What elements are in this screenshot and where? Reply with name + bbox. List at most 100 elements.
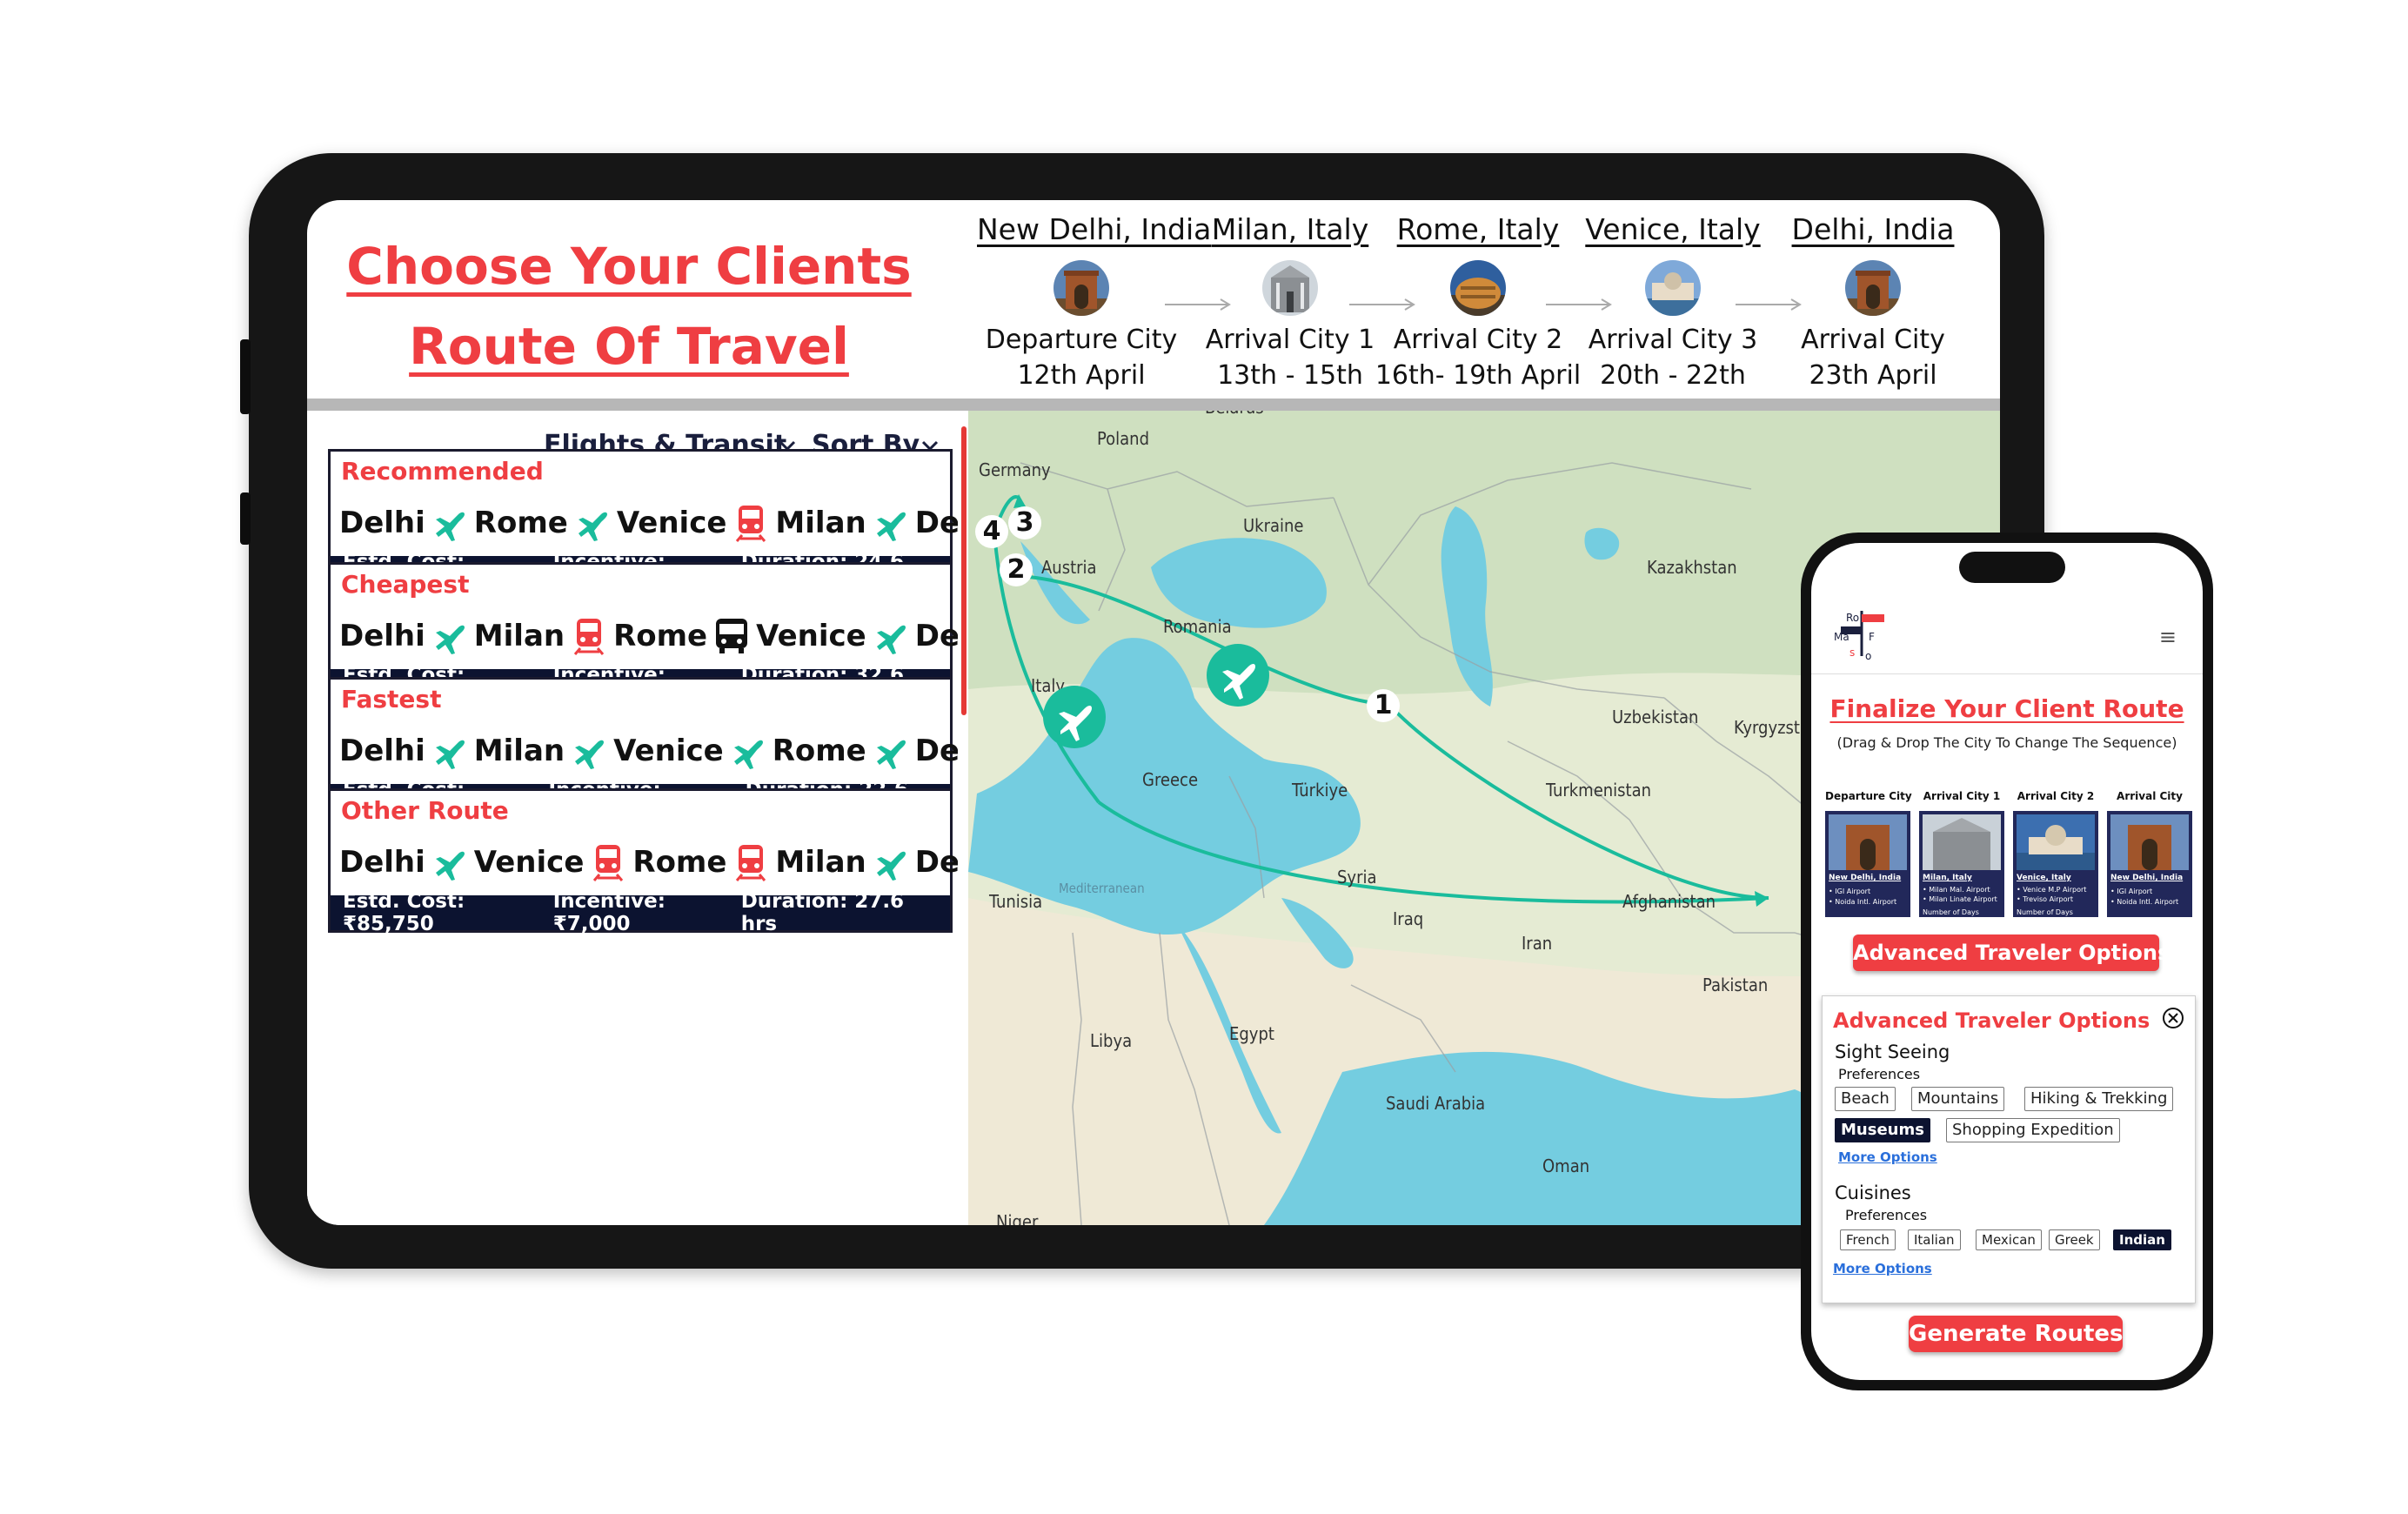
- chip-indian[interactable]: Indian: [2113, 1229, 2171, 1250]
- milan-cathedral-image: [1923, 814, 2001, 870]
- map-label-greece: Greece: [1142, 769, 1199, 790]
- journey-stop-return[interactable]: Delhi, India Arrival City 23th April: [1769, 212, 1977, 391]
- map-pin-1[interactable]: 1: [1367, 689, 1400, 722]
- map-label-niger: Niger: [996, 1211, 1039, 1225]
- journey-label: Arrival City 3: [1588, 325, 1758, 355]
- chip-mexican[interactable]: Mexican: [1976, 1229, 2042, 1250]
- map-label-kazakhstan: Kazakhstan: [1647, 557, 1737, 578]
- map-label-pakistan: Pakistan: [1702, 975, 1769, 995]
- bus-icon: [711, 617, 752, 655]
- route-sequence: DelhiMilanVeniceRomeDelhi: [339, 728, 1001, 774]
- map-label-saudi-arabia: Saudi Arabia: [1386, 1093, 1486, 1114]
- sightseeing-title: Sight Seeing: [1835, 1042, 1950, 1062]
- svg-text:s: s: [1849, 646, 1855, 659]
- plane-icon: [870, 504, 912, 542]
- map-label-oman: Oman: [1542, 1156, 1590, 1176]
- map-label-tunisia: Tunisia: [989, 891, 1043, 912]
- card-body: Milan, Italy • Milan Mal. Airport • Mila…: [1919, 811, 2004, 917]
- route-kind-label: Fastest: [341, 685, 442, 713]
- card-airport: • Noida Intl. Airport: [1829, 898, 1897, 906]
- city-card-arrival-1[interactable]: Arrival City 1 Milan, Italy • Milan Mal.…: [1919, 790, 2004, 921]
- card-airport: • Milan Mal. Airport: [1923, 886, 1990, 894]
- train-icon: [568, 617, 610, 655]
- city-card-return[interactable]: Arrival City New Delhi, India • IGI Airp…: [2107, 790, 2192, 921]
- map-pin-4[interactable]: 4: [975, 515, 1008, 548]
- map-label-mediterranean: Mediterranean: [1059, 881, 1145, 896]
- map-label-iran: Iran: [1522, 933, 1553, 954]
- map-pin-3[interactable]: 3: [1008, 506, 1041, 539]
- map-label-ukraine: Ukraine: [1243, 515, 1304, 536]
- close-icon[interactable]: [2162, 1007, 2184, 1029]
- plane-icon: [727, 732, 769, 770]
- venice-avatar: [1645, 260, 1701, 316]
- advanced-options-panel: Advanced Traveler Options Sight Seeing P…: [1822, 995, 2196, 1303]
- plane-icon: [572, 504, 613, 542]
- routes-panel: Flights & Transit Sort By Recommended Del…: [307, 411, 1001, 1225]
- route-city: Delhi: [339, 845, 425, 880]
- map-pin-2[interactable]: 2: [1000, 553, 1033, 586]
- chip-italian[interactable]: Italian: [1908, 1229, 1961, 1250]
- city-card-departure[interactable]: Departure City New Delhi, India • IGI Ai…: [1825, 790, 1912, 921]
- route-stats-bar: Estd. Cost: ₹85,750 Incentive: ₹7,000 Dura…: [331, 890, 950, 935]
- route-mapfo-logo-icon[interactable]: Ro Ma F s o: [1830, 606, 1891, 667]
- hamburger-menu-icon[interactable]: ≡: [2159, 625, 2177, 649]
- tablet-screen: Choose Your Clients Route Of Travel New …: [307, 200, 2000, 1225]
- journey-date: 16th- 19th April: [1375, 360, 1582, 391]
- card-header: Arrival City: [2117, 790, 2183, 802]
- plane-icon: [870, 617, 912, 655]
- card-days-label: Number of Days: [1923, 908, 1979, 916]
- plane-icon: [870, 843, 912, 881]
- card-header: Arrival City 1: [1923, 790, 2001, 802]
- cuisines-preferences-label: Preferences: [1845, 1207, 1928, 1223]
- generate-routes-button[interactable]: Generate Routes: [1909, 1316, 2124, 1352]
- more-options-link[interactable]: More Options: [1833, 1261, 1932, 1276]
- journey-stop-departure[interactable]: New Delhi, India Departure City 12th Apr…: [977, 212, 1211, 391]
- plane-icon: [429, 617, 471, 655]
- header-divider: [307, 399, 2000, 411]
- card-airport: • IGI Airport: [1829, 888, 1871, 895]
- incentive: Incentive: ₹7,000: [552, 890, 666, 935]
- journey-date: 13th - 15th: [1217, 360, 1363, 391]
- more-options-link[interactable]: More Options: [1838, 1149, 1937, 1165]
- map-label-afghanistan: Afghanistan: [1622, 891, 1716, 912]
- route-city: Rome: [613, 619, 708, 653]
- journey-label: Arrival City 1: [1205, 325, 1375, 355]
- route-city: Venice: [756, 619, 866, 653]
- cuisines-title: Cuisines: [1835, 1182, 1911, 1203]
- chip-greek[interactable]: Greek: [2049, 1229, 2100, 1250]
- chip-shopping-expedition[interactable]: Shopping Expedition: [1946, 1118, 2120, 1142]
- chip-french[interactable]: French: [1840, 1229, 1896, 1250]
- svg-text:Ro: Ro: [1846, 612, 1859, 624]
- map-label-germany: Germany: [979, 459, 1051, 480]
- plane-icon: [568, 732, 610, 770]
- journey-label: Arrival City: [1801, 325, 1945, 355]
- route-city: Rome: [632, 845, 727, 880]
- route-sequence: DelhiVeniceRomeMilanDelhi: [339, 840, 1001, 885]
- chip-beach[interactable]: Beach: [1835, 1087, 1896, 1111]
- journey-label: Departure City: [985, 325, 1178, 355]
- card-airport: • Venice M.P Airport: [2017, 886, 2087, 894]
- route-city: Milan: [473, 734, 565, 768]
- route-card-other-route[interactable]: Other Route DelhiVeniceRomeMilanDelhi Estd…: [328, 788, 1001, 935]
- chip-hiking-trekking[interactable]: Hiking & Trekking: [2024, 1087, 2174, 1111]
- advanced-traveler-options-button[interactable]: Advanced Traveler Options: [1853, 935, 2170, 971]
- svg-text:o: o: [1865, 650, 1871, 662]
- map-label-egypt: Egypt: [1229, 1023, 1274, 1044]
- route-city: Milan: [473, 619, 565, 653]
- scrollbar-thumb[interactable]: [961, 426, 967, 715]
- card-city-name: Milan, Italy: [1923, 874, 1972, 882]
- card-header: Arrival City 2: [2017, 790, 2095, 802]
- route-kind-label: Other Route: [341, 796, 509, 825]
- plane-icon: [1207, 644, 1269, 707]
- venice-image: [2017, 814, 2095, 870]
- card-city-name: New Delhi, India: [2110, 874, 2184, 882]
- map-label-uzbekistan: Uzbekistan: [1612, 707, 1699, 727]
- finalize-subtitle: (Drag & Drop The City To Change The Sequ…: [1836, 734, 2177, 751]
- route-city: Venice: [613, 734, 724, 768]
- card-airport: • Treviso Airport: [2017, 895, 2073, 903]
- chip-museums[interactable]: Museums: [1835, 1118, 1930, 1142]
- card-airport: • IGI Airport: [2110, 888, 2153, 895]
- route-city: Delhi: [339, 619, 425, 653]
- chip-mountains[interactable]: Mountains: [1911, 1087, 2005, 1111]
- city-card-arrival-2[interactable]: Arrival City 2 Venice, Italy • Venice M.…: [2013, 790, 2098, 921]
